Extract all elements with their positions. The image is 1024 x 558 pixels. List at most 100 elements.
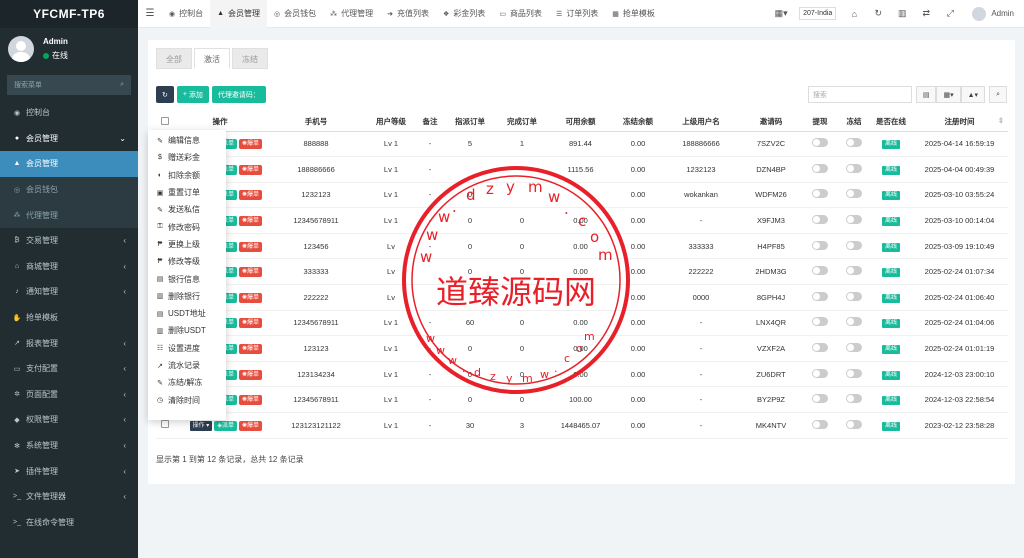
withdraw-toggle[interactable] — [812, 368, 828, 378]
dropdown-item-10[interactable]: ▤ USDT地址 — [148, 305, 226, 322]
column-header[interactable]: 邀请码 — [739, 113, 803, 132]
sidebar-item-3[interactable]: ◎ 会员钱包 — [0, 176, 138, 203]
withdraw-toggle[interactable] — [812, 291, 828, 301]
top-tab-1[interactable]: ▲ 会员管理 — [210, 0, 268, 28]
freeze-toggle[interactable] — [846, 368, 862, 378]
top-tab-5[interactable]: ❖ 彩金列表 — [436, 0, 492, 28]
dropdown-item-1[interactable]: $ 赠送彩金 — [148, 149, 226, 166]
column-header[interactable]: 是否在线 — [871, 113, 911, 132]
sidebar-item-0[interactable]: ◉ 控制台 — [0, 100, 138, 126]
dropdown-item-0[interactable]: ✎ 编辑信息 — [148, 132, 226, 149]
withdraw-toggle[interactable] — [812, 138, 828, 148]
language-select[interactable]: 207-India — [799, 7, 837, 20]
column-header[interactable]: 指派订单 — [444, 113, 496, 132]
dropdown-item-7[interactable]: ₱ 修改等级 — [148, 253, 226, 270]
blast-order-button[interactable]: ✺爆单 — [238, 267, 262, 278]
blast-order-button[interactable]: ✺爆单 — [238, 164, 262, 175]
top-tab-6[interactable]: ▭ 商品列表 — [492, 0, 549, 28]
blast-order-button[interactable]: ✺爆单 — [238, 190, 262, 201]
blast-order-button[interactable]: ✺爆单 — [238, 344, 262, 355]
refresh-button[interactable]: ↻ — [156, 86, 174, 103]
freeze-toggle[interactable] — [846, 240, 862, 250]
column-header[interactable]: 上级用户名 — [663, 113, 739, 132]
column-header[interactable]: 备注 — [416, 113, 444, 132]
admin-name[interactable]: Admin — [991, 9, 1014, 18]
withdraw-toggle[interactable] — [812, 215, 828, 225]
sidebar-item-5[interactable]: ₿ 交易管理 ‹ — [0, 228, 138, 254]
tab-all[interactable]: 全部 — [156, 48, 192, 69]
withdraw-toggle[interactable] — [812, 419, 828, 429]
freeze-toggle[interactable] — [846, 394, 862, 404]
grid-icon[interactable]: ▦▾ — [769, 8, 793, 19]
operate-dropdown-button[interactable]: 操作 ▾ — [189, 420, 213, 431]
dropdown-item-6[interactable]: ₱ 更换上级 — [148, 236, 226, 253]
blast-order-button[interactable]: ✺爆单 — [238, 318, 262, 329]
dropdown-item-11[interactable]: ▥ 删除USDT — [148, 322, 226, 339]
toggle-view-button[interactable]: ▤ — [915, 86, 937, 103]
sort-icon[interactable]: ⇕ — [998, 116, 1004, 125]
dropdown-item-3[interactable]: ▣ 重置订单 — [148, 184, 226, 201]
withdraw-toggle[interactable] — [812, 189, 828, 199]
withdraw-toggle[interactable] — [812, 394, 828, 404]
dropdown-item-13[interactable]: ↗ 流水记录 — [148, 357, 226, 374]
top-tab-4[interactable]: ➜ 充值列表 — [380, 0, 436, 28]
column-header[interactable]: 手机号 — [266, 113, 366, 132]
sidebar-item-7[interactable]: ♪ 通知管理 ‹ — [0, 279, 138, 305]
column-header[interactable]: 操作 — [174, 113, 266, 132]
blast-order-button[interactable]: ✺爆单 — [238, 420, 262, 431]
column-header[interactable]: 用户等级 — [366, 113, 416, 132]
freeze-toggle[interactable] — [846, 317, 862, 327]
blast-order-button[interactable]: ✺爆单 — [238, 395, 262, 406]
add-button[interactable]: + 添加 — [176, 86, 209, 103]
freeze-toggle[interactable] — [846, 215, 862, 225]
column-header[interactable]: 冻结 — [837, 113, 871, 132]
sidebar-item-10[interactable]: ▭ 支付配置 ‹ — [0, 356, 138, 382]
translate-icon[interactable]: ⇄ — [914, 8, 938, 19]
top-tab-8[interactable]: ▦ 抢单模板 — [605, 0, 662, 28]
top-tab-2[interactable]: ◎ 会员钱包 — [267, 0, 323, 28]
menu-toggle-icon[interactable]: ☰ — [138, 8, 162, 19]
dropdown-item-15[interactable]: ◷ 清除时间 — [148, 391, 226, 408]
withdraw-toggle[interactable] — [812, 163, 828, 173]
freeze-toggle[interactable] — [846, 266, 862, 276]
freeze-toggle[interactable] — [846, 163, 862, 173]
column-header[interactable]: 提现 — [803, 113, 837, 132]
top-tab-0[interactable]: ◉ 控制台 — [162, 0, 210, 28]
blast-order-button[interactable]: ✺爆单 — [238, 216, 262, 227]
sidebar-item-11[interactable]: ✲ 页面配置 ‹ — [0, 382, 138, 408]
blast-order-button[interactable]: ✺爆单 — [238, 139, 262, 150]
withdraw-toggle[interactable] — [812, 266, 828, 276]
blast-order-button[interactable]: ✺爆单 — [238, 292, 262, 303]
avatar[interactable] — [972, 6, 987, 21]
sidebar-item-4[interactable]: ⁂ 代理管理 — [0, 202, 138, 228]
column-header[interactable]: 可用余额 — [548, 113, 613, 132]
home-icon[interactable]: ⌂ — [842, 9, 866, 19]
column-header[interactable]: 注册时间 ⇕ — [911, 113, 1008, 132]
freeze-toggle[interactable] — [846, 343, 862, 353]
sidebar-item-14[interactable]: ➤ 插件管理 ‹ — [0, 458, 138, 484]
withdraw-toggle[interactable] — [812, 240, 828, 250]
dropdown-item-2[interactable]: ◐ 扣除余额 — [148, 167, 226, 184]
select-all-checkbox[interactable] — [161, 116, 169, 125]
dropdown-item-8[interactable]: ▤ 银行信息 — [148, 270, 226, 287]
dropdown-item-4[interactable]: ✎ 发送私信 — [148, 201, 226, 218]
search-toggle-button[interactable]: ⌕ — [989, 86, 1007, 103]
brand-logo[interactable]: YFCMF-TP6 — [0, 0, 138, 28]
table-search-input[interactable]: 搜索 — [807, 86, 912, 103]
refresh-icon[interactable]: ↻ — [866, 8, 890, 19]
sidebar-search-input[interactable]: 搜索菜单 ⌕ — [7, 75, 131, 95]
dropdown-item-9[interactable]: ▥ 删除银行 — [148, 288, 226, 305]
sidebar-item-8[interactable]: ✋ 抢单模板 — [0, 305, 138, 331]
freeze-toggle[interactable] — [846, 291, 862, 301]
sidebar-item-15[interactable]: >_ 文件管理器 ‹ — [0, 484, 138, 510]
freeze-toggle[interactable] — [846, 138, 862, 148]
sidebar-item-1[interactable]: ● 会员管理 ⌄ — [0, 126, 138, 152]
column-header[interactable]: 完成订单 — [496, 113, 548, 132]
sidebar-item-2[interactable]: ▲ 会员管理 — [0, 151, 138, 177]
top-tab-7[interactable]: ☰ 订单列表 — [549, 0, 605, 28]
row-checkbox[interactable] — [161, 420, 169, 429]
columns-button[interactable]: ▦▾ — [936, 86, 961, 103]
freeze-toggle[interactable] — [846, 189, 862, 199]
export-button[interactable]: ▲▾ — [960, 86, 986, 103]
sidebar-item-9[interactable]: ↗ 报表管理 ‹ — [0, 330, 138, 356]
